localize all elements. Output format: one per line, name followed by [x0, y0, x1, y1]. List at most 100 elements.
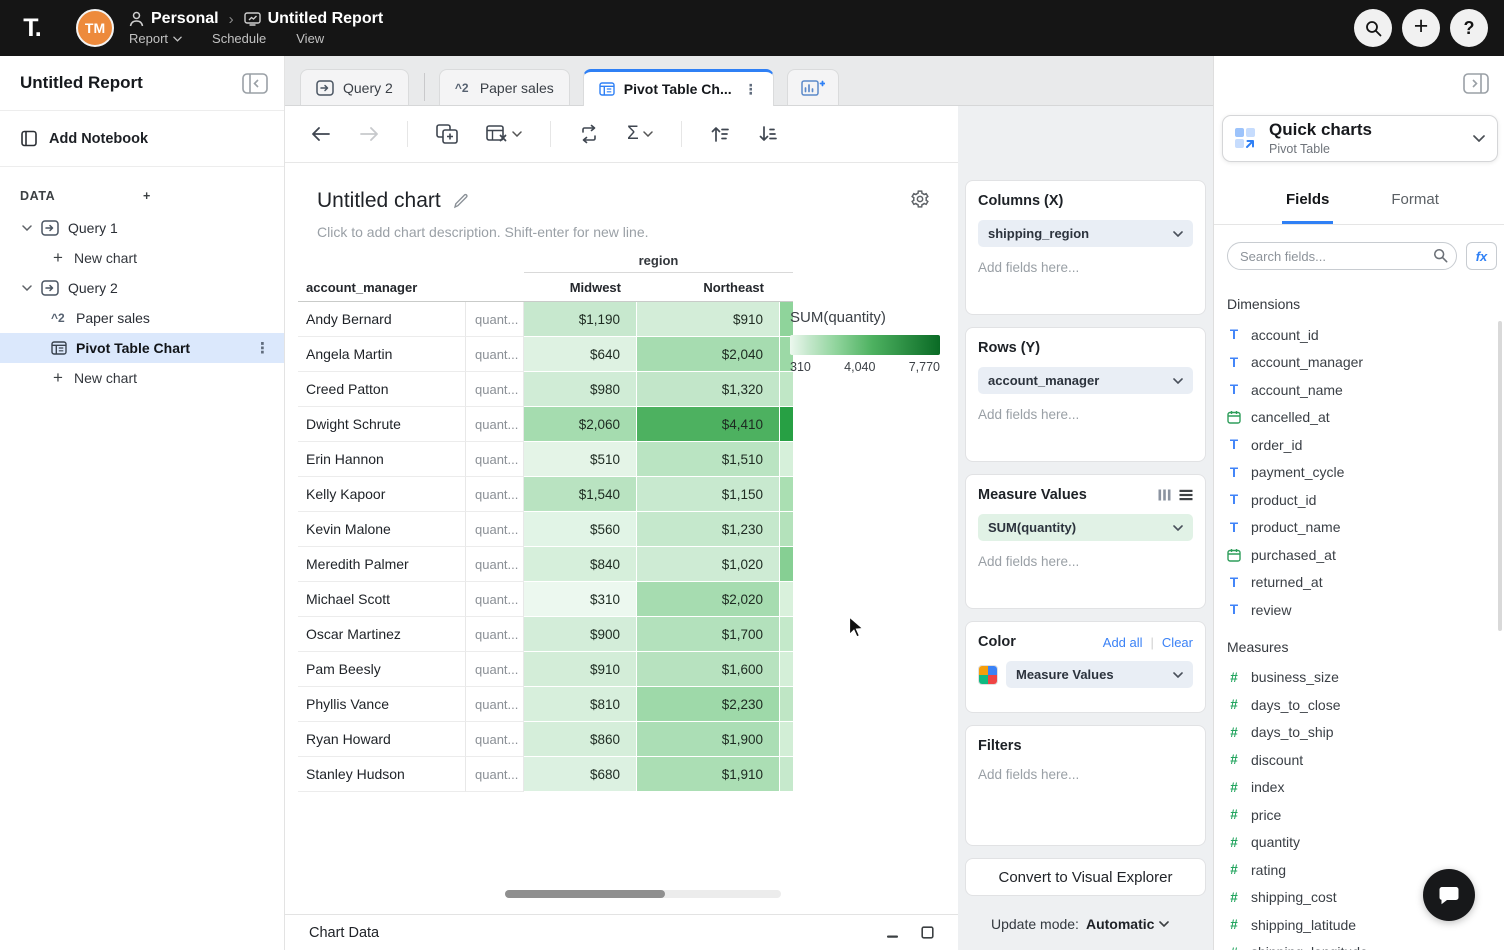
field-item-measure[interactable]: #discount	[1227, 746, 1498, 774]
schedule-menu[interactable]: Schedule	[212, 31, 266, 46]
pivot-row-label[interactable]: Andy Bernard	[298, 302, 466, 337]
expand-panel-button[interactable]	[1463, 73, 1489, 94]
pivot-value-cell[interactable]: $910	[524, 652, 637, 687]
pivot-row-label[interactable]: Erin Hannon	[298, 442, 466, 477]
pivot-row-label[interactable]: Stanley Hudson	[298, 757, 466, 792]
pivot-row-label[interactable]: Oscar Martinez	[298, 617, 466, 652]
pivot-value-cell[interactable]: $840	[524, 547, 637, 582]
aggregate-button[interactable]: Σ	[627, 123, 653, 145]
pivot-value-cell[interactable]: $1,230	[637, 512, 780, 547]
redo-button[interactable]	[359, 126, 379, 142]
pivot-value-cell[interactable]: $1,900	[637, 722, 780, 757]
field-item-dimension[interactable]: Torder_id	[1227, 431, 1498, 459]
help-button[interactable]: ?	[1450, 9, 1488, 47]
columns-layout-icon[interactable]	[1158, 489, 1171, 501]
pivot-value-cell[interactable]: $680	[524, 757, 637, 792]
pivot-value-cell[interactable]: $1,510	[637, 442, 780, 477]
expand-panel-icon[interactable]	[921, 926, 934, 939]
pivot-value-cell[interactable]: $980	[524, 372, 637, 407]
pivot-row-field-header[interactable]: account_manager	[298, 273, 466, 302]
minimize-icon[interactable]	[886, 926, 899, 939]
pivot-value-cell[interactable]: $1,020	[637, 547, 780, 582]
field-item-measure[interactable]: #price	[1227, 801, 1498, 829]
field-item-dimension[interactable]: Treview	[1227, 596, 1498, 624]
field-item-dimension[interactable]: cancelled_at	[1227, 404, 1498, 432]
chevron-down-icon[interactable]	[22, 225, 32, 231]
pivot-value-cell[interactable]: $640	[524, 337, 637, 372]
pivot-value-cell[interactable]: $1,150	[637, 477, 780, 512]
field-item-dimension[interactable]: Taccount_manager	[1227, 349, 1498, 377]
pivot-row-label[interactable]: Michael Scott	[298, 582, 466, 617]
pivot-value-cell[interactable]: $310	[524, 582, 637, 617]
add-data-button[interactable]: +	[143, 190, 266, 203]
field-item-measure[interactable]: #business_size	[1227, 664, 1498, 692]
transpose-button[interactable]	[579, 124, 599, 144]
pivot-column-header[interactable]: Midwest	[524, 273, 637, 302]
pivot-value-cell[interactable]: $2,060	[524, 407, 637, 442]
formula-button[interactable]: fx	[1466, 242, 1497, 270]
field-item-dimension[interactable]: Treturned_at	[1227, 569, 1498, 597]
user-avatar[interactable]: TM	[76, 9, 114, 47]
pivot-value-cell[interactable]: $560	[524, 512, 637, 547]
app-logo[interactable]: T.	[0, 14, 64, 43]
tab-query-2[interactable]: Query 2	[300, 69, 409, 105]
pivot-value-cell[interactable]: $2,230	[637, 687, 780, 722]
pivot-row-label[interactable]: Ryan Howard	[298, 722, 466, 757]
pivot-value-cell[interactable]: $910	[637, 302, 780, 337]
sidebar-pivot-chart-item[interactable]: Pivot Table Chart⋮	[0, 333, 284, 363]
sidebar-new-chart-button[interactable]: +New chart	[0, 363, 284, 393]
search-fields-input[interactable]	[1227, 242, 1457, 270]
field-item-measure[interactable]: #days_to_ship	[1227, 719, 1498, 747]
field-item-measure[interactable]: #shipping_longitude	[1227, 939, 1498, 950]
view-menu[interactable]: View	[296, 31, 324, 46]
filters-drop-placeholder[interactable]: Add fields here...	[978, 767, 1193, 782]
tab-fields[interactable]: Fields	[1282, 178, 1333, 224]
sort-ascending-button[interactable]	[710, 125, 730, 143]
color-add-all-link[interactable]: Add all	[1103, 635, 1143, 650]
update-mode-select[interactable]: Automatic	[1086, 916, 1169, 932]
measure-drop-placeholder[interactable]: Add fields here...	[978, 554, 1193, 569]
chart-description-placeholder[interactable]: Click to add chart description. Shift-en…	[317, 224, 649, 240]
pivot-value-cell[interactable]: $2,020	[637, 582, 780, 617]
chart-title[interactable]: Untitled chart	[317, 189, 441, 213]
sidebar-chart-item[interactable]: ^2Paper sales	[0, 303, 284, 333]
field-item-dimension[interactable]: Tpayment_cycle	[1227, 459, 1498, 487]
collapse-sidebar-button[interactable]	[242, 73, 268, 94]
field-item-dimension[interactable]: Taccount_name	[1227, 376, 1498, 404]
add-notebook-button[interactable]: Add Notebook	[0, 111, 284, 167]
sort-descending-button[interactable]	[758, 125, 778, 143]
pivot-row-label[interactable]: Meredith Palmer	[298, 547, 466, 582]
columns-field-pill[interactable]: shipping_region	[978, 220, 1193, 247]
measure-field-pill[interactable]: SUM(quantity)	[978, 514, 1193, 541]
tab-kebab-menu-icon[interactable]: ⋮	[744, 81, 758, 98]
pivot-value-cell[interactable]: $810	[524, 687, 637, 722]
pivot-row-label[interactable]: Kevin Malone	[298, 512, 466, 547]
pivot-row-label[interactable]: Angela Martin	[298, 337, 466, 372]
scrollbar-thumb[interactable]	[505, 890, 665, 898]
field-item-measure[interactable]: #quantity	[1227, 829, 1498, 857]
sidebar-query-item[interactable]: Query 2	[0, 273, 284, 303]
search-button[interactable]	[1354, 9, 1392, 47]
fields-scrollbar[interactable]	[1498, 321, 1502, 631]
color-clear-link[interactable]: Clear	[1162, 635, 1193, 650]
tab-paper-sales[interactable]: ^2 Paper sales	[439, 69, 570, 105]
rows-layout-icon[interactable]	[1179, 489, 1193, 501]
field-item-measure[interactable]: #index	[1227, 774, 1498, 802]
field-item-dimension[interactable]: Taccount_id	[1227, 321, 1498, 349]
sidebar-query-item[interactable]: Query 1	[0, 213, 284, 243]
pivot-value-cell[interactable]: $1,700	[637, 617, 780, 652]
rows-drop-placeholder[interactable]: Add fields here...	[978, 407, 1193, 422]
chart-settings-button[interactable]	[910, 189, 930, 209]
color-field-pill[interactable]: Measure Values	[1006, 661, 1193, 688]
horizontal-scrollbar[interactable]	[505, 890, 781, 898]
pivot-value-cell[interactable]: $2,040	[637, 337, 780, 372]
convert-to-visual-explorer-button[interactable]: Convert to Visual Explorer	[965, 858, 1206, 896]
field-item-dimension[interactable]: Tproduct_id	[1227, 486, 1498, 514]
field-item-measure[interactable]: #days_to_close	[1227, 691, 1498, 719]
pivot-value-cell[interactable]: $860	[524, 722, 637, 757]
chart-data-label[interactable]: Chart Data	[309, 925, 886, 941]
undo-button[interactable]	[311, 126, 331, 142]
pivot-value-cell[interactable]: $1,320	[637, 372, 780, 407]
sidebar-new-chart-button[interactable]: +New chart	[0, 243, 284, 273]
tab-format[interactable]: Format	[1387, 178, 1443, 224]
